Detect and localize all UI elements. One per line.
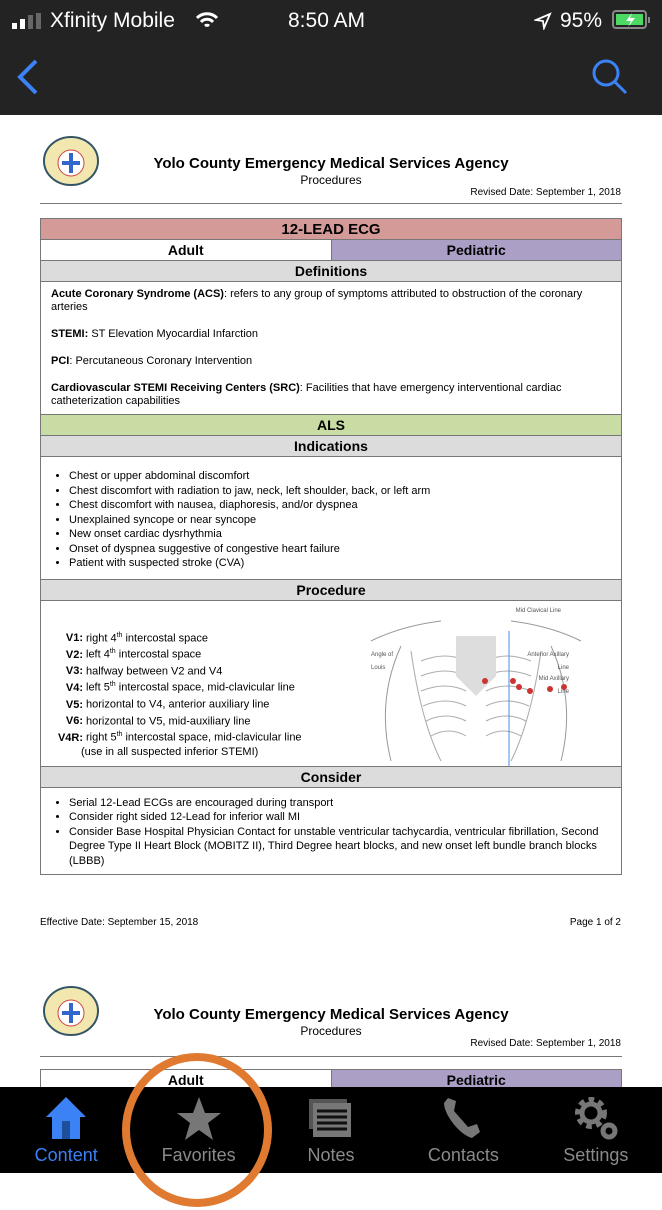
- tab-bar: Content Favorites Notes Contacts Setting…: [0, 1087, 662, 1173]
- phone-icon: [444, 1098, 481, 1138]
- back-button[interactable]: [14, 58, 42, 96]
- indications-item: Chest discomfort with nausea, diaphoresi…: [69, 498, 611, 513]
- lead-name: V4R:: [57, 732, 83, 745]
- lead-name: V3:: [65, 665, 83, 678]
- lead-name: V5:: [65, 698, 83, 711]
- page-number: Page 1 of 2: [569, 917, 621, 928]
- lead-text: intercostal space: [115, 648, 202, 661]
- lead-text: intercostal space: [122, 632, 209, 645]
- pediatric-label: Pediatric: [330, 240, 621, 260]
- tab-settings[interactable]: Settings: [530, 1087, 662, 1173]
- lead-text: intercostal space, mid-clavicular line: [122, 732, 302, 745]
- age-tabs: Adult Pediatric: [41, 240, 621, 261]
- tab-contacts[interactable]: Contacts: [397, 1087, 529, 1173]
- label-mid-axillary: Mid Axillary Line: [538, 675, 569, 695]
- consider-header: Consider: [41, 766, 621, 788]
- definition-text: ST Elevation Myocardial Infarction: [88, 328, 259, 340]
- label-anterior-axillary: Anterior Axillary Line: [527, 651, 569, 671]
- lead-text: left 5: [86, 682, 110, 695]
- revised-date: Revised Date: September 1, 2018: [470, 187, 621, 198]
- agency-name: Yolo County Emergency Medical Services A…: [153, 1006, 509, 1023]
- definition-text: : Percutaneous Coronary Intervention: [69, 355, 253, 367]
- lead-text: right 4: [86, 632, 117, 645]
- lead-placement: V4: left 5th intercostal space, mid-clavi…: [51, 678, 302, 695]
- definition: STEMI: ST Elevation Myocardial Infarctio…: [51, 328, 611, 341]
- tab-notes[interactable]: Notes: [265, 1087, 397, 1173]
- consider-item: Consider right sided 12-Lead for inferio…: [69, 810, 611, 825]
- definition-term: Cardiovascular STEMI Receiving Centers (…: [51, 382, 300, 394]
- indications-header: Indications: [41, 436, 621, 457]
- status-bar: Xfinity Mobile 8:50 AM 95%: [0, 0, 662, 115]
- definitions-header: Definitions: [41, 261, 621, 282]
- indications-item: Onset of dyspnea suggestive of congestiv…: [69, 542, 611, 557]
- consider-item: Consider Base Hospital Physician Contact…: [69, 825, 611, 869]
- consider-item: Serial 12-Lead ECGs are encouraged durin…: [69, 796, 611, 811]
- lead-note: (use in all suspected inferior STEMI): [81, 746, 259, 759]
- label-mid-clavical: Mid Clavical Line: [515, 607, 561, 614]
- indications-section: Chest or upper abdominal discomfortChest…: [41, 457, 621, 580]
- pdf-viewer[interactable]: Yolo County Emergency Medical Services A…: [0, 115, 662, 1087]
- clock: 8:50 AM: [288, 9, 366, 32]
- home-icon: [46, 1097, 87, 1139]
- definition-term: PCI: [51, 355, 70, 367]
- definition: Cardiovascular STEMI Receiving Centers (…: [51, 382, 611, 408]
- battery-charging-icon: [612, 10, 650, 29]
- indications-item: Chest discomfort with radiation to jaw, …: [69, 484, 611, 499]
- doc-subtitle: Procedures: [300, 1024, 362, 1038]
- lead-placement: V4R: right 5th intercostal space, mid-cla…: [51, 728, 302, 745]
- indications-item: Patient with suspected stroke (CVA): [69, 556, 611, 571]
- lead-placement: V5: horizontal to V4, anterior auxiliary …: [51, 695, 302, 712]
- carrier: Xfinity Mobile: [50, 9, 175, 32]
- lead-placement: V1: right 4th intercostal space: [51, 629, 302, 646]
- lead-text: halfway between V2 and V4: [86, 665, 223, 678]
- wifi-icon: [195, 12, 219, 28]
- lead-text: left 4: [86, 648, 110, 661]
- consider-section: Serial 12-Lead ECGs are encouraged durin…: [41, 788, 621, 875]
- definition-term: Acute Coronary Syndrome (ACS): [51, 288, 224, 300]
- definitions-section: Acute Coronary Syndrome (ACS): refers to…: [41, 282, 621, 415]
- lead-text: right 5: [86, 732, 117, 745]
- pediatric-label: Pediatric: [330, 1070, 621, 1087]
- lead-text: horizontal to V5, mid-auxiliary line: [86, 715, 251, 728]
- indications-item: Chest or upper abdominal discomfort: [69, 469, 611, 484]
- lead-name: V4:: [65, 682, 83, 695]
- tab-content[interactable]: Content: [0, 1087, 132, 1173]
- location-icon: [534, 12, 552, 30]
- adult-label: Adult: [167, 242, 204, 258]
- lead-text: intercostal space, mid-clavicular line: [115, 682, 295, 695]
- label-angle-of-louis: Angle of Louis: [371, 651, 394, 671]
- lead-placement: V3: halfway between V2 and V4: [51, 662, 302, 679]
- procedure-header: Procedure: [41, 579, 621, 601]
- lead-name: V6:: [65, 715, 83, 728]
- indications-item: Unexplained syncope or near syncope: [69, 513, 611, 528]
- lead-name: V2:: [65, 648, 83, 661]
- lead-name: V1:: [65, 632, 83, 645]
- als-header: ALS: [41, 415, 621, 436]
- definition-term: STEMI:: [51, 328, 89, 340]
- doc-subtitle: Procedures: [300, 173, 362, 187]
- gear-icon: [574, 1097, 618, 1140]
- lead-placement: V6: horizontal to V5, mid-auxiliary line: [51, 712, 302, 729]
- procedure-section: V1: right 4th intercostal space V2: left 4t…: [41, 601, 621, 767]
- protocol-table: 12-LEAD ECG Adult Pediatric Definitions A…: [40, 218, 622, 875]
- agency-name: Yolo County Emergency Medical Services A…: [153, 155, 509, 172]
- lead-placement: V2: left 4th intercostal space: [51, 645, 302, 662]
- protocol-title: 12-LEAD ECG: [41, 219, 621, 240]
- battery-percent: 95%: [560, 9, 603, 32]
- search-button[interactable]: [590, 57, 630, 97]
- annotation-circle: [122, 1053, 272, 1207]
- effective-date: Effective Date: September 15, 2018: [40, 917, 199, 928]
- definition: Acute Coronary Syndrome (ACS): refers to…: [51, 288, 611, 314]
- revised-date: Revised Date: September 1, 2018: [470, 1038, 621, 1049]
- signal-icon: [12, 13, 41, 29]
- lead-text: horizontal to V4, anterior auxiliary lin…: [86, 698, 270, 711]
- notes-icon: [309, 1099, 352, 1137]
- indications-item: New onset cardiac dysrhythmia: [69, 527, 611, 542]
- definition: PCI: Percutaneous Coronary Intervention: [51, 355, 611, 368]
- divider: [40, 203, 622, 204]
